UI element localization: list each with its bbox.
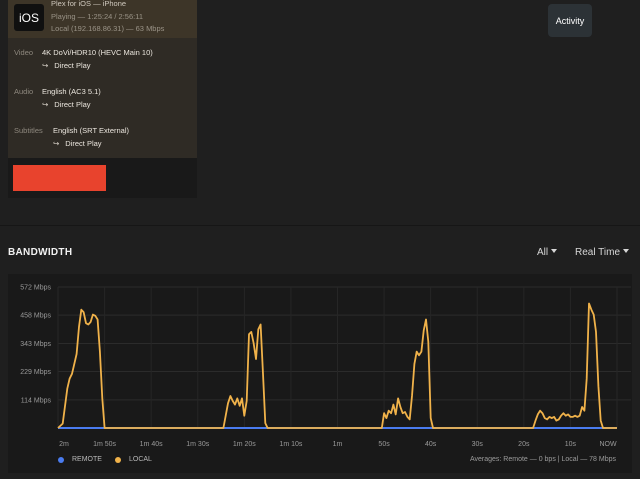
x-tick-label: 2m [59,441,69,448]
x-tick-label: 1m 40s [140,441,163,448]
remote-dot-icon [58,456,64,463]
x-tick-label: 1m 10s [279,441,302,448]
x-tick-label: 40s [425,441,437,448]
y-tick-label: 114 Mbps [21,397,52,404]
legend-local[interactable]: LOCAL [115,456,152,463]
y-tick-label: 229 Mbps [20,369,51,376]
x-tick-label: 1m 20s [233,441,256,448]
local-dot-icon [115,456,121,463]
bandwidth-chart: 572 Mbps 458 Mbps 343 Mbps 229 Mbps 114 Mbps… [20,285,631,448]
y-tick-label: 458 Mbps [20,313,51,320]
x-tick-label: 10s [565,441,577,448]
x-tick-label: 1m 50s [93,441,116,448]
legend-remote[interactable]: REMOTE [58,456,102,463]
x-tick-label: 50s [378,441,390,448]
bandwidth-averages: Averages: Remote — 0 bps | Local — 78 Mb… [469,456,616,463]
x-tick-label: 30s [472,441,484,448]
y-tick-label: 343 Mbps [20,341,51,348]
x-tick-label: 1m 30s [186,441,209,448]
y-tick-label: 572 Mbps [20,285,51,292]
x-tick-label: NOW [599,441,617,448]
x-tick-label: 20s [518,441,530,448]
x-tick-label: 1m [333,441,343,448]
